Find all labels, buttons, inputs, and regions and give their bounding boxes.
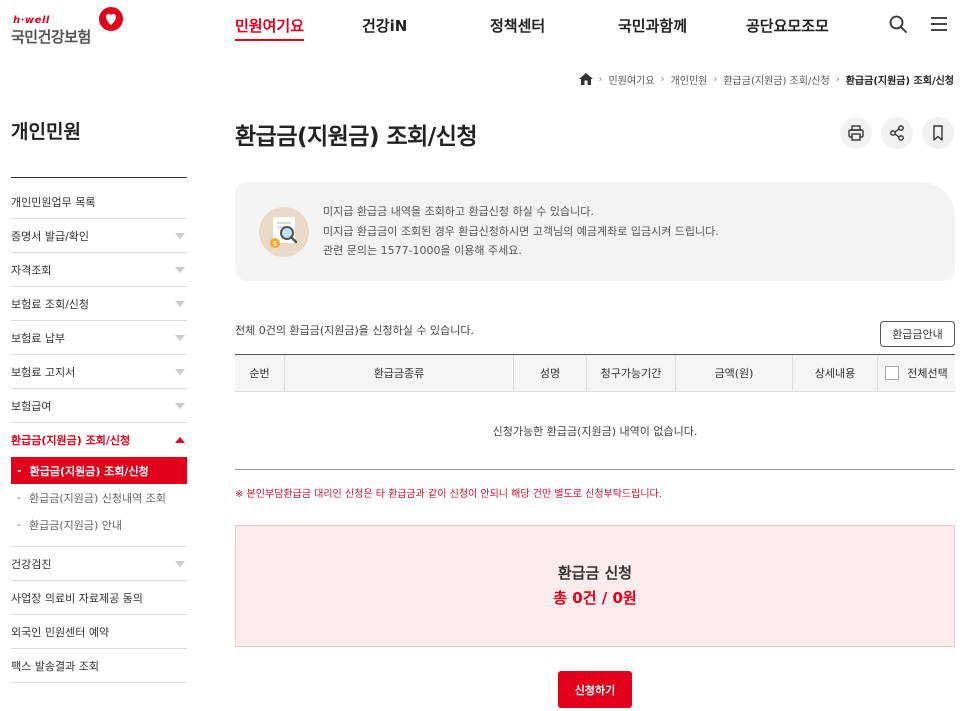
chevron-down-icon	[175, 301, 185, 307]
sidebar-item-label: 사업장 의료비 자료제공 동의	[11, 591, 143, 605]
sidebar-item[interactable]: 보험료 고지서	[11, 355, 187, 389]
submenu-item-active[interactable]: - 환급금(지원금) 조회/신청	[11, 457, 187, 484]
available-count-text: 전체 0건의 환급금(지원금)을 신청하실 수 있습니다.	[235, 324, 474, 337]
sidebar-item-label: 자격조회	[11, 263, 52, 277]
print-icon	[848, 125, 864, 141]
sidebar-item[interactable]: 외국인 민원센터 예약	[11, 615, 187, 649]
sidebar-item-label: 보험료 고지서	[11, 365, 76, 379]
sidebar-item[interactable]: 개인민원업무 목록	[11, 185, 187, 219]
sidebar-item-label: 외국인 민원센터 예약	[11, 625, 110, 639]
sidebar-item-label: 보험료 조회/신청	[11, 297, 90, 311]
share-button[interactable]	[881, 117, 913, 149]
submenu-label: 환급금(지원금) 안내	[28, 518, 123, 532]
breadcrumb-item[interactable]: 개인민원	[671, 72, 708, 87]
chevron-down-icon	[175, 335, 185, 341]
breadcrumb-item[interactable]: 환급금(지원금) 조회/신청	[723, 72, 829, 87]
submenu-label: 환급금(지원금) 조회/신청	[29, 464, 149, 478]
sidebar-item-label: 팩스 발송결과 조회	[11, 659, 99, 673]
refund-table: 순번 환급금종류 성명 청구가능기간 금액(원) 상세내용 전체선택 신청가능한…	[235, 354, 955, 470]
sidebar-item[interactable]: 증명서 발급/확인	[11, 219, 187, 253]
breadcrumb-item[interactable]: 민원여기요	[609, 72, 655, 87]
table-header: 순번 환급금종류 성명 청구가능기간 금액(원) 상세내용 전체선택	[235, 354, 955, 392]
sidebar-item[interactable]: 건강검진	[11, 547, 187, 581]
bookmark-icon	[933, 125, 943, 141]
page-title: 환급금(지원금) 조회/신청	[235, 124, 478, 150]
info-line: 미지급 환급금 내역을 조회하고 환급신청 하실 수 있습니다.	[323, 205, 594, 218]
breadcrumb-separator: ›	[660, 73, 665, 85]
svg-text:$: $	[273, 240, 277, 248]
col-header-amount: 금액(원)	[675, 355, 792, 391]
chevron-down-icon	[175, 233, 185, 239]
nav-about[interactable]: 공단요모조모	[746, 15, 829, 36]
breadcrumb-separator: ›	[835, 73, 840, 85]
nav-policy-center[interactable]: 정책센터	[490, 15, 545, 36]
breadcrumb-separator: ›	[598, 73, 603, 85]
sidebar-item[interactable]: 보험급여	[11, 389, 187, 423]
breadcrumb-separator: ›	[713, 73, 718, 85]
col-header-period: 청구가능기간	[586, 355, 675, 391]
search-icon[interactable]	[888, 14, 908, 34]
chevron-down-icon	[175, 403, 185, 409]
info-line: 관련 문의는 1577-1000을 이용해 주세요.	[323, 244, 522, 257]
sidebar-item[interactable]: 보험료 조회/신청	[11, 287, 187, 321]
sidebar-item[interactable]: 사업장 의료비 자료제공 동의	[11, 581, 187, 615]
menu-icon[interactable]	[929, 14, 949, 34]
sidebar-submenu: - 환급금(지원금) 조회/신청 - 환급금(지원금) 신청내역 조회 - 환급금(지…	[11, 457, 187, 547]
summary-total: 총 0건 / 0원	[553, 589, 637, 607]
sidebar-item[interactable]: 자격조회	[11, 253, 187, 287]
sidebar-divider	[11, 177, 187, 178]
sidebar-title: 개인민원	[11, 121, 81, 143]
nav-minwon[interactable]: 민원여기요	[235, 15, 305, 41]
summary-title: 환급금 신청	[557, 564, 633, 582]
breadcrumb-current: 환급금(지원금) 조회/신청	[845, 75, 954, 87]
chevron-down-icon	[175, 561, 185, 567]
col-header-no: 순번	[249, 367, 270, 380]
sidebar-menu: 개인민원업무 목록 증명서 발급/확인 자격조회 보험료 조회/신청 보험료 납…	[11, 185, 187, 683]
site-header: h·well 국민건강보험 민원여기요 건강iN 정책센터 국민과함께 공단요모…	[0, 0, 962, 60]
col-header-select-all: 전체선택	[877, 355, 955, 391]
sidebar-item-label: 증명서 발급/확인	[11, 229, 90, 243]
sidebar-item[interactable]: 보험료 납부	[11, 321, 187, 355]
select-all-label: 전체선택	[907, 367, 948, 380]
sidebar-item-label: 보험료 납부	[11, 331, 66, 345]
submenu-item[interactable]: - 환급금(지원금) 안내	[11, 511, 187, 538]
sidebar-item-label: 개인민원업무 목록	[11, 195, 96, 209]
nav-with-people[interactable]: 국민과함께	[618, 15, 687, 36]
sidebar-item-label: 환급금(지원금) 조회/신청	[11, 434, 131, 447]
empty-message: 신청가능한 환급금(지원금) 내역이 없습니다.	[235, 392, 955, 470]
proxy-notice: ※ 본인부담환급금 대리인 신청은 타 환급금과 같이 신청이 안되니 해당 건…	[235, 489, 662, 500]
sidebar-item-refund[interactable]: 환급금(지원금) 조회/신청	[11, 423, 187, 457]
nav-health-in[interactable]: 건강iN	[362, 15, 407, 36]
sidebar-item-label: 건강검진	[11, 557, 52, 571]
bookmark-button[interactable]	[922, 117, 954, 149]
refund-summary-box: 환급금 신청 총 0건 / 0원	[235, 525, 955, 647]
apply-button[interactable]: 신청하기	[558, 671, 632, 708]
home-icon[interactable]	[578, 73, 593, 85]
search-document-icon: $	[259, 207, 309, 257]
submenu-item[interactable]: - 환급금(지원금) 신청내역 조회	[11, 484, 187, 511]
chevron-down-icon	[175, 369, 185, 375]
info-line: 미지급 환급금이 조회된 경우 환급신청하시면 고객님의 예금계좌로 입금시켜 …	[323, 224, 719, 238]
refund-guide-button[interactable]: 환급금안내	[880, 321, 955, 347]
sidebar-item-label: 보험급여	[11, 399, 52, 413]
sidebar-item[interactable]: 팩스 발송결과 조회	[11, 649, 187, 683]
select-all-checkbox[interactable]	[885, 366, 900, 380]
share-icon	[890, 125, 904, 141]
chevron-up-icon	[175, 437, 185, 443]
breadcrumb: › 민원여기요 › 개인민원 › 환급금(지원금) 조회/신청 › 환급금(지원…	[578, 72, 954, 87]
info-box: $ 미지급 환급금 내역을 조회하고 환급신청 하실 수 있습니다. 미지급 환…	[235, 182, 955, 281]
col-header-name: 성명	[513, 355, 586, 391]
submenu-label: 환급금(지원금) 신청내역 조회	[28, 491, 166, 505]
col-header-detail: 상세내용	[792, 355, 877, 391]
col-header-type: 환급금종류	[284, 355, 513, 391]
main-nav: 민원여기요 건강iN 정책센터 국민과함께 공단요모조모	[0, 15, 962, 43]
print-button[interactable]	[840, 117, 872, 149]
chevron-down-icon	[175, 267, 185, 273]
info-text: 미지급 환급금 내역을 조회하고 환급신청 하실 수 있습니다. 미지급 환급금…	[323, 202, 719, 261]
